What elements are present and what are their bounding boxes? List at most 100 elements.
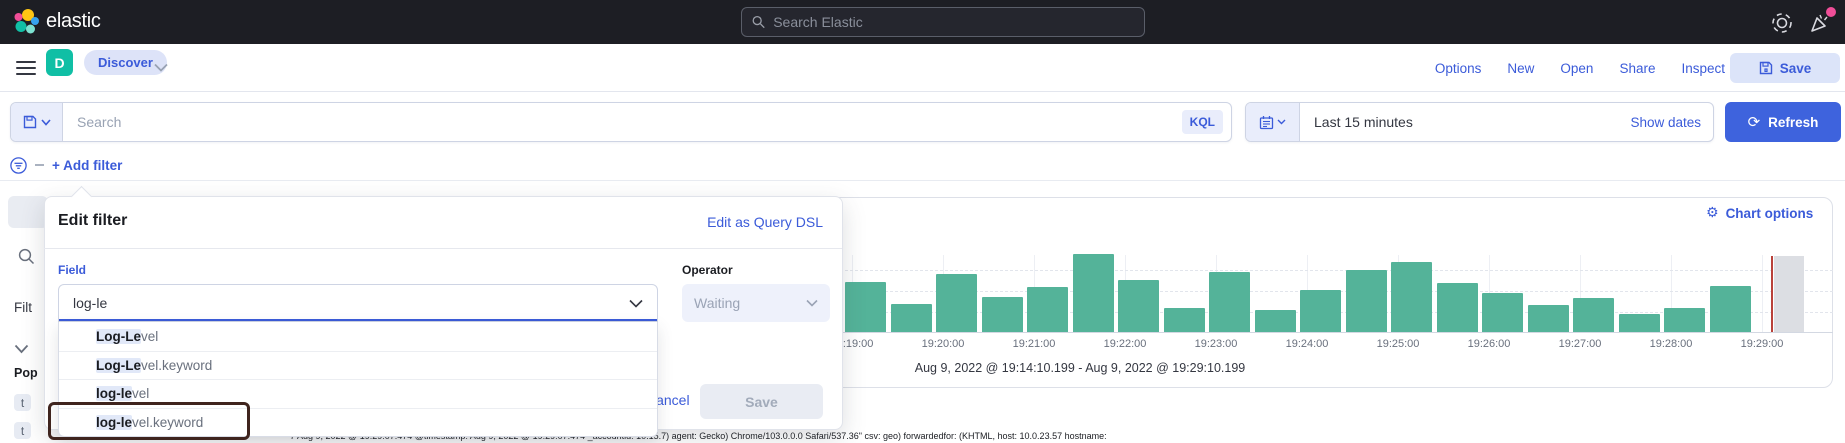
save-icon (1759, 61, 1773, 75)
global-search[interactable] (741, 7, 1145, 37)
current-time-marker (1771, 256, 1773, 332)
field-suggestion-log-level[interactable]: Log-Level (59, 322, 657, 351)
suggestion-rest-text: vel.keyword (141, 358, 212, 373)
x-axis-tick-label: 19:23:00 (1181, 338, 1251, 350)
edit-as-query-dsl-link[interactable]: Edit as Query DSL (643, 214, 823, 230)
chevron-down-icon (806, 299, 818, 307)
histogram-bar[interactable] (1300, 290, 1341, 332)
suggestion-match-text: Log-Le (96, 358, 141, 373)
x-axis-tick-label: 19:22:00 (1090, 338, 1160, 350)
add-filter-button[interactable]: + Add filter (52, 158, 122, 173)
filter-bar: + Add filter (10, 152, 122, 178)
x-axis-tick-label: 19:25:00 (1363, 338, 1433, 350)
annotation-highlight-box (48, 402, 250, 440)
histogram-bar[interactable] (1118, 280, 1159, 332)
histogram-bar[interactable] (1255, 310, 1296, 332)
filter-by-type-label[interactable]: Filt (14, 300, 32, 315)
x-axis-tick-label: 19:28:00 (1636, 338, 1706, 350)
operator-select[interactable]: Waiting (682, 284, 830, 322)
future-time-band (1774, 256, 1804, 332)
filter-icon[interactable] (10, 157, 27, 174)
x-axis-tick-label: 19:27:00 (1545, 338, 1615, 350)
x-axis-tick-label: 19:20:00 (908, 338, 978, 350)
histogram-bar[interactable] (1482, 293, 1523, 332)
toolbar-link-open[interactable]: Open (1560, 61, 1593, 76)
discover-app: elastic D Discover OptionsNewOpenShareIn… (0, 0, 1845, 443)
query-input-bar: KQL (10, 102, 1232, 142)
field-combobox-input[interactable] (59, 295, 629, 311)
y-gridline (845, 270, 1833, 271)
gear-icon: ⚙ (1706, 205, 1719, 221)
saved-query-menu-button[interactable] (11, 103, 63, 141)
section-divider (0, 180, 1845, 181)
popover-save-button[interactable]: Save (700, 384, 823, 419)
date-picker: Last 15 minutes Show dates (1245, 102, 1714, 142)
suggestion-match-text: Log-Le (96, 329, 141, 344)
suggestion-rest-text: vel (141, 329, 158, 344)
space-badge[interactable]: D (46, 49, 73, 76)
chart-baseline (700, 332, 1833, 333)
histogram-bar[interactable] (1573, 298, 1614, 332)
calendar-icon (1259, 115, 1274, 130)
chevron-down-icon (1277, 119, 1286, 125)
popover-divider (44, 248, 842, 249)
histogram-bar[interactable] (891, 304, 932, 332)
field-search-icon (18, 248, 35, 265)
global-search-input[interactable] (773, 14, 1134, 30)
refresh-button-label: Refresh (1768, 115, 1818, 130)
histogram-bar[interactable] (1346, 270, 1387, 332)
toolbar-link-inspect[interactable]: Inspect (1681, 61, 1725, 76)
histogram-bar[interactable] (1073, 254, 1114, 332)
date-quick-select-button[interactable] (1246, 103, 1300, 141)
histogram-bar[interactable] (1027, 287, 1068, 332)
time-range-value[interactable]: Last 15 minutes (1300, 114, 1630, 130)
histogram-bar[interactable] (1164, 308, 1205, 332)
refresh-icon: ⟳ (1748, 113, 1761, 131)
collapse-chevron-icon[interactable] (14, 344, 29, 354)
histogram-bar[interactable] (1710, 286, 1751, 332)
histogram-bar[interactable] (845, 282, 886, 332)
histogram-bar[interactable] (1528, 305, 1569, 332)
x-axis-tick-label: 19:24:00 (1272, 338, 1342, 350)
data-view-button[interactable] (8, 196, 48, 228)
histogram-bar[interactable] (1619, 314, 1660, 332)
histogram-bar[interactable] (1209, 272, 1250, 332)
query-input[interactable] (63, 114, 1182, 130)
show-dates-button[interactable]: Show dates (1630, 115, 1713, 130)
histogram-bar[interactable] (1664, 308, 1705, 332)
help-icon[interactable] (1770, 11, 1794, 35)
histogram-bar[interactable] (982, 297, 1023, 332)
suggestion-match-text: log-le (96, 386, 132, 401)
histogram-bar[interactable] (1391, 262, 1432, 332)
chart-options-button[interactable]: ⚙ Chart options (1706, 205, 1813, 221)
suggestion-rest-text: vel (132, 386, 149, 401)
toolbar-link-new[interactable]: New (1507, 61, 1534, 76)
app-toolbar: D Discover OptionsNewOpenShareInspect Sa… (0, 44, 1845, 92)
refresh-button[interactable]: ⟳ Refresh (1725, 102, 1841, 142)
popular-fields-label: Pop (14, 366, 38, 380)
chevron-down-icon[interactable] (629, 299, 643, 308)
histogram-bar[interactable] (936, 274, 977, 332)
chevron-down-icon[interactable] (154, 63, 168, 72)
toolbar-link-share[interactable]: Share (1619, 61, 1655, 76)
toolbar-link-options[interactable]: Options (1435, 61, 1482, 76)
field-suggestion-log-level.keyword[interactable]: Log-Level.keyword (59, 351, 657, 380)
elastic-logo-icon[interactable] (12, 8, 40, 36)
operator-label: Operator (682, 263, 733, 277)
histogram-bar[interactable] (1437, 283, 1478, 332)
menu-icon[interactable] (16, 61, 36, 75)
field-label: Field (58, 263, 86, 277)
field-type-badge-text: t (14, 394, 31, 411)
popover-title: Edit filter (58, 212, 127, 230)
save-button[interactable]: Save (1730, 53, 1840, 83)
chart-time-range-subtitle: Aug 9, 2022 @ 19:14:10.199 - Aug 9, 2022… (780, 361, 1380, 375)
filter-separator (35, 164, 44, 166)
global-header: elastic (0, 0, 1845, 44)
operator-select-value: Waiting (694, 295, 740, 311)
field-combobox (58, 284, 658, 322)
brand-wordmark: elastic (46, 10, 101, 33)
query-language-badge[interactable]: KQL (1182, 110, 1223, 134)
notification-dot (1826, 7, 1836, 17)
x-gridline (1762, 255, 1763, 332)
chart-options-label: Chart options (1726, 206, 1814, 221)
